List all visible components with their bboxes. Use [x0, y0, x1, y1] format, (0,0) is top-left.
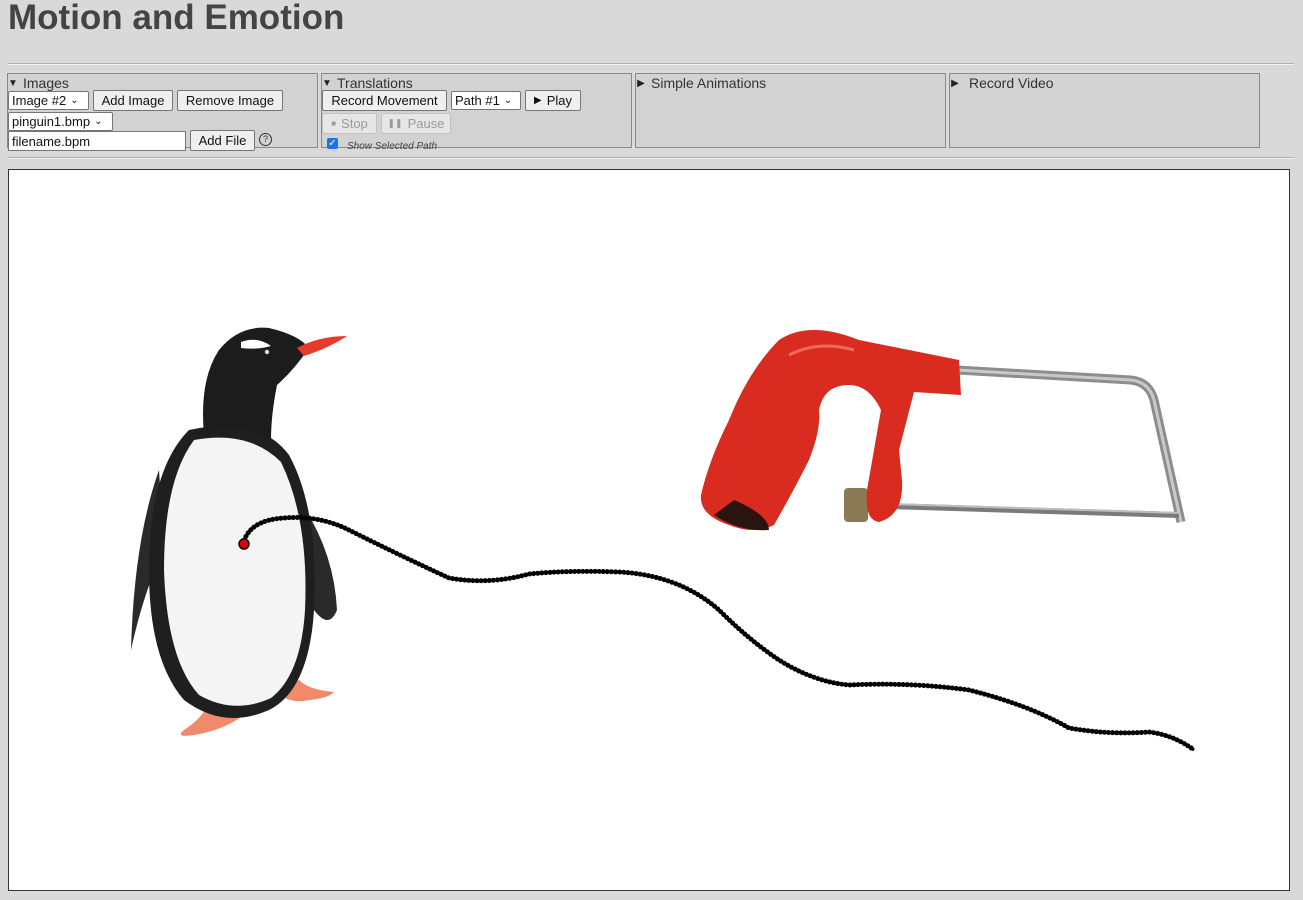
chevron-down-icon: ⌄	[70, 95, 79, 106]
record-video-panel-header[interactable]: ▶ Record Video	[950, 75, 1054, 91]
images-panel-label: Images	[23, 75, 69, 91]
show-selected-path-label: Show Selected Path	[347, 141, 438, 152]
play-icon: ▶	[534, 95, 542, 106]
chevron-down-icon: ⌄	[94, 116, 103, 127]
checkmark-icon: ✓	[328, 138, 337, 149]
record-video-panel-label: Record Video	[969, 75, 1054, 91]
image-select[interactable]: Image #2 ⌄	[8, 91, 89, 110]
translations-panel: ▼ Translations Record Movement Path #1 ⌄…	[321, 73, 632, 152]
filename-field[interactable]: filename.bpm	[8, 131, 186, 151]
add-file-button[interactable]: Add File	[190, 130, 255, 151]
triangle-down-icon: ▼	[8, 77, 18, 89]
play-button[interactable]: ▶ Play	[525, 90, 581, 111]
path-start-marker[interactable]	[238, 538, 250, 550]
add-image-button[interactable]: Add Image	[93, 90, 173, 111]
simple-animations-panel-label: Simple Animations	[651, 75, 767, 91]
help-icon[interactable]: ?	[259, 133, 272, 146]
images-panel-header[interactable]: ▼ Images	[8, 75, 69, 91]
triangle-right-icon: ▶	[637, 77, 645, 89]
page-title: Motion and Emotion	[8, 0, 345, 37]
animation-canvas[interactable]	[8, 169, 1290, 891]
record-video-panel: ▶ Record Video	[949, 73, 1260, 148]
translations-panel-label: Translations	[337, 75, 413, 91]
hacksaw-image[interactable]	[700, 330, 1186, 531]
show-selected-path-checkbox[interactable]: ✓	[327, 138, 338, 149]
stop-button[interactable]: ■ Stop	[322, 113, 377, 134]
simple-animations-panel-header[interactable]: ▶ Simple Animations	[636, 75, 766, 91]
path-select[interactable]: Path #1 ⌄	[451, 91, 521, 110]
recorded-path	[240, 515, 1197, 753]
chevron-down-icon: ⌄	[503, 95, 513, 106]
file-select[interactable]: pinguin1.bmp ⌄	[8, 112, 113, 131]
penguin-image[interactable]	[131, 327, 347, 736]
top-divider	[8, 63, 1294, 65]
recorded-path-line	[241, 516, 1195, 752]
images-panel: ▼ Images Image #2 ⌄ Add Image Remove Ima…	[7, 73, 318, 151]
canvas-drawing	[131, 327, 1197, 753]
simple-animations-panel: ▶ Simple Animations	[635, 73, 946, 148]
triangle-right-icon: ▶	[951, 77, 959, 89]
triangle-down-icon: ▼	[322, 77, 332, 89]
remove-image-button[interactable]: Remove Image	[177, 90, 283, 111]
pause-button[interactable]: ❚❚ Pause	[381, 113, 451, 134]
record-movement-button[interactable]: Record Movement	[322, 90, 447, 111]
bottom-divider	[8, 157, 1294, 159]
pause-icon: ❚❚	[387, 118, 403, 128]
stop-icon: ■	[331, 119, 337, 128]
translations-panel-header[interactable]: ▼ Translations	[322, 75, 413, 91]
